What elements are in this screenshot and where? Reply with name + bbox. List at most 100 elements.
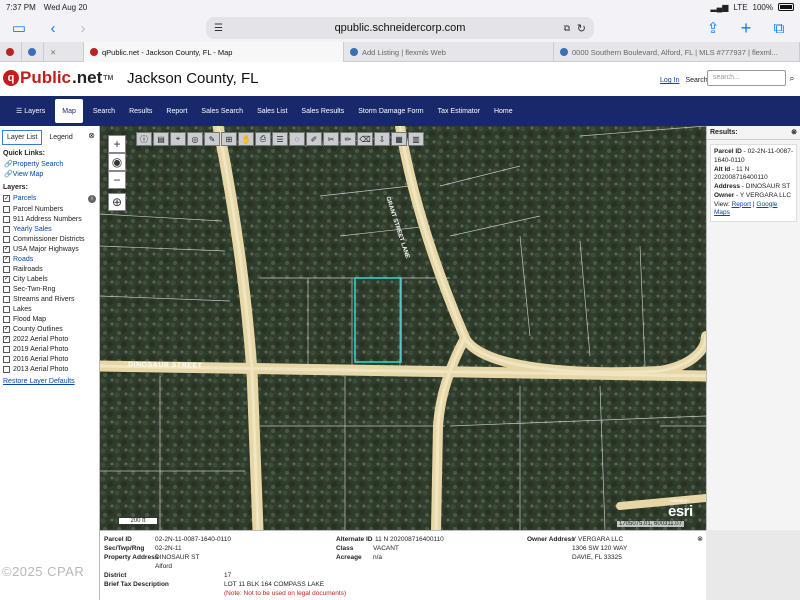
legend-tool-icon[interactable]: ▥ bbox=[408, 132, 424, 146]
export-tool-icon[interactable]: ⇩ bbox=[374, 132, 390, 146]
layer-row-roads[interactable]: ✓ Roads bbox=[0, 254, 99, 264]
close-panel-icon[interactable]: ⊗ bbox=[88, 131, 95, 140]
tab-layer-list[interactable]: Layer List bbox=[2, 130, 43, 145]
layer-checkbox[interactable] bbox=[3, 285, 10, 293]
identify-tool-icon[interactable]: ▤ bbox=[153, 132, 169, 146]
qpublic-logo[interactable]: q Public .net TM bbox=[3, 68, 113, 88]
map-canvas[interactable]: DINOSAUR STREET GRANT STREET LANE bbox=[100, 126, 706, 530]
nav-map[interactable]: Map bbox=[55, 99, 83, 123]
layer-row-city-labels[interactable]: ✓ City Labels bbox=[0, 274, 99, 284]
layer-row-2019-aerial-photo[interactable]: 2019 Aerial Photo bbox=[0, 344, 99, 354]
translate-icon[interactable]: ⧉ bbox=[564, 23, 570, 34]
overview-tool-icon[interactable]: ▦ bbox=[391, 132, 407, 146]
layer-checkbox[interactable] bbox=[3, 305, 10, 313]
layer-row-streams-and-rivers[interactable]: Streams and Rivers bbox=[0, 294, 99, 304]
result-card[interactable]: Parcel ID - 02-2N-11-0087-1640-0110 Alt … bbox=[710, 144, 797, 223]
layer-row-yearly-sales[interactable]: Yearly Sales bbox=[0, 224, 99, 234]
site-search-input[interactable]: search... bbox=[707, 70, 786, 86]
nav-layers[interactable]: ☰ Layers bbox=[0, 96, 52, 126]
nav-report[interactable]: Report bbox=[159, 96, 194, 126]
layer-checkbox[interactable]: ✓ bbox=[3, 255, 10, 263]
layer-row-2013-aerial-photo[interactable]: 2013 Aerial Photo bbox=[0, 364, 99, 374]
layer-checkbox[interactable] bbox=[3, 355, 10, 363]
nav-search[interactable]: Search bbox=[86, 96, 122, 126]
close-detail-icon[interactable]: ⊗ bbox=[697, 535, 703, 543]
layer-checkbox[interactable] bbox=[3, 345, 10, 353]
tab-pinned-2[interactable] bbox=[22, 42, 44, 62]
measure-tool-icon[interactable]: ⌖ bbox=[170, 132, 186, 146]
layer-checkbox[interactable] bbox=[3, 315, 10, 323]
layer-row-flood-map[interactable]: Flood Map bbox=[0, 314, 99, 324]
sidebar-toggle-icon[interactable]: ▭ bbox=[8, 17, 30, 39]
layer-row-2022-aerial-photo[interactable]: ✓ 2022 Aerial Photo bbox=[0, 334, 99, 344]
pen-tool-icon[interactable]: ✏ bbox=[340, 132, 356, 146]
nav-tax-estimator[interactable]: Tax Estimator bbox=[431, 96, 487, 126]
view-map-link[interactable]: 🔗View Map bbox=[0, 169, 99, 179]
property-search-link[interactable]: 🔗Property Search bbox=[0, 159, 99, 169]
layer-checkbox[interactable] bbox=[3, 265, 10, 273]
layer-row-commissioner-districts[interactable]: Commissioner Districts bbox=[0, 234, 99, 244]
nav-home[interactable]: Home bbox=[487, 96, 520, 126]
layer-row-railroads[interactable]: Railroads bbox=[0, 264, 99, 274]
info-icon[interactable]: i bbox=[88, 194, 96, 203]
nav-sales-list[interactable]: Sales List bbox=[250, 96, 294, 126]
login-link[interactable]: Log In bbox=[660, 77, 679, 84]
tab-pinned-1[interactable] bbox=[0, 42, 22, 62]
zoom-box-tool-icon[interactable]: ◎ bbox=[187, 132, 203, 146]
add-point-tool-icon[interactable]: ⊞ bbox=[221, 132, 237, 146]
draw-tool-icon[interactable]: ✎ bbox=[204, 132, 220, 146]
tab-mls-listing[interactable]: 0000 Southern Boulevard, Alford, FL | ML… bbox=[554, 42, 800, 62]
nav-sales-search[interactable]: Sales Search bbox=[194, 96, 250, 126]
info-tool-icon[interactable]: ⓘ bbox=[136, 132, 152, 146]
tab-legend[interactable]: Legend bbox=[44, 130, 77, 145]
zoom-out-button[interactable]: − bbox=[108, 171, 126, 189]
sketch-tool-icon[interactable]: ✐ bbox=[306, 132, 322, 146]
layer-row-2016-aerial-photo[interactable]: 2016 Aerial Photo bbox=[0, 354, 99, 364]
layer-checkbox[interactable] bbox=[3, 295, 10, 303]
report-link[interactable]: Report bbox=[732, 201, 752, 208]
page-menu-icon[interactable]: ☰ bbox=[214, 23, 223, 34]
layer-row-county-outlines[interactable]: ✓ County Outlines bbox=[0, 324, 99, 334]
layer-checkbox[interactable] bbox=[3, 215, 10, 223]
reload-icon[interactable]: ↻ bbox=[577, 22, 586, 35]
close-results-icon[interactable]: ⊗ bbox=[791, 128, 797, 136]
print-tool-icon[interactable]: ⎙ bbox=[255, 132, 271, 146]
layer-checkbox[interactable]: ✓ bbox=[3, 195, 10, 202]
layer-checkbox[interactable] bbox=[3, 235, 10, 243]
nav-sales-results[interactable]: Sales Results bbox=[294, 96, 351, 126]
globe-icon[interactable]: ◉ bbox=[108, 153, 126, 171]
layer-checkbox[interactable] bbox=[3, 205, 10, 213]
layer-checkbox[interactable]: ✓ bbox=[3, 275, 10, 283]
buffer-tool-icon[interactable]: ◌ bbox=[289, 132, 305, 146]
edit-tool-icon[interactable]: ✂ bbox=[323, 132, 339, 146]
zoom-in-button[interactable]: + bbox=[108, 135, 126, 153]
tab-flexmls[interactable]: Add Listing | flexmls Web bbox=[344, 42, 554, 62]
restore-layer-defaults-link[interactable]: Restore Layer Defaults bbox=[0, 374, 99, 389]
layers-tool-icon[interactable]: ☰ bbox=[272, 132, 288, 146]
layer-row-911-address-numbers[interactable]: 911 Address Numbers bbox=[0, 214, 99, 224]
forward-icon[interactable]: › bbox=[72, 17, 94, 39]
tabs-overview-icon[interactable]: ⧉ bbox=[768, 17, 790, 39]
layer-checkbox[interactable]: ✓ bbox=[3, 245, 10, 253]
search-icon[interactable]: ⌕ bbox=[786, 70, 798, 86]
locate-icon[interactable]: ⊕ bbox=[108, 193, 126, 211]
nav-storm-damage-form[interactable]: Storm Damage Form bbox=[351, 96, 430, 126]
tab-qpublic[interactable]: qPublic.net - Jackson County, FL - Map bbox=[84, 42, 344, 62]
layer-checkbox[interactable] bbox=[3, 225, 10, 233]
layer-row-parcels[interactable]: ✓ Parcels i bbox=[0, 193, 99, 204]
select-tool-icon[interactable]: ✋ bbox=[238, 132, 254, 146]
layer-checkbox[interactable]: ✓ bbox=[3, 335, 10, 343]
layer-checkbox[interactable] bbox=[3, 365, 10, 373]
close-icon[interactable]: ✕ bbox=[50, 48, 56, 57]
layer-row-lakes[interactable]: Lakes bbox=[0, 304, 99, 314]
back-icon[interactable]: ‹ bbox=[42, 17, 64, 39]
tab-pinned-3[interactable]: ✕ bbox=[44, 42, 84, 62]
layer-row-usa-major-highways[interactable]: ✓ USA Major Highways bbox=[0, 244, 99, 254]
layer-row-sec-twn-rng[interactable]: Sec-Twn-Rng bbox=[0, 284, 99, 294]
new-tab-icon[interactable]: + bbox=[735, 17, 757, 39]
layer-checkbox[interactable]: ✓ bbox=[3, 325, 10, 333]
layer-row-parcel-numbers[interactable]: Parcel Numbers bbox=[0, 204, 99, 214]
nav-results[interactable]: Results bbox=[122, 96, 159, 126]
share-icon[interactable]: ⇪ bbox=[702, 17, 724, 39]
clear-tool-icon[interactable]: ⌫ bbox=[357, 132, 373, 146]
